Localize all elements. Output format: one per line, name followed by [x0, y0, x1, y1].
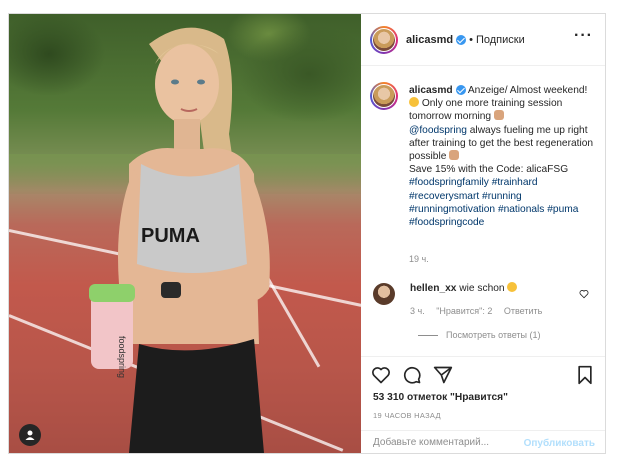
heart-eyes-emoji-icon — [409, 97, 419, 108]
hashtag-link[interactable]: #running — [482, 191, 522, 202]
caption-text: alicasmd Anzeige/ Almost weekend! Only o… — [409, 84, 599, 229]
like-heart-icon[interactable] — [371, 365, 391, 385]
hashtag-link[interactable]: #foodspringcode — [409, 217, 484, 228]
post-header: alicasmd • Подписки ··· — [361, 14, 605, 66]
reply-button[interactable]: Ответить — [504, 306, 542, 316]
tagged-user-button[interactable] — [19, 424, 41, 446]
post-sidebar: alicasmd • Подписки ··· alicasmd Anzeige… — [361, 14, 605, 453]
hashtag-link[interactable]: #runningmotivation — [409, 204, 495, 215]
author-username[interactable]: alicasmd — [406, 34, 453, 46]
comment-body: wie schon — [459, 283, 505, 294]
post-photo[interactable]: PUMA foodspring — [9, 14, 361, 453]
caption-line-1: Anzeige/ Almost weekend! — [467, 85, 588, 96]
praying-hands-emoji-icon — [493, 110, 504, 121]
add-comment-bar: Опубликовать — [361, 430, 605, 455]
verified-badge-icon — [455, 85, 466, 96]
praying-hands-emoji-icon — [449, 150, 460, 161]
comment-bubble-icon[interactable] — [402, 365, 422, 385]
publish-button[interactable]: Опубликовать — [524, 438, 595, 449]
comments-list[interactable]: alicasmd Anzeige/ Almost weekend! Only o… — [361, 66, 605, 356]
view-replies-divider — [418, 334, 438, 336]
hashtag-link[interactable]: #foodspringfamily — [409, 177, 489, 188]
bookmark-icon[interactable] — [575, 365, 595, 385]
hashtag-link[interactable]: #trainhard — [492, 177, 538, 188]
comment-time[interactable]: 3 ч. — [410, 306, 425, 316]
heart-eyes-emoji-icon — [507, 282, 518, 292]
comment-meta: 3 ч. "Нравится": 2 Ответить — [410, 306, 551, 316]
post-dialog: PUMA foodspring alicasmd • Подписки ··· … — [8, 13, 606, 454]
athlete-figure: PUMA foodspring — [89, 27, 270, 453]
comment-item: hellen_xx wie schon 3 ч. "Нравится": 2 О… — [370, 280, 600, 350]
hashtag-link[interactable]: #recoverysmart — [409, 191, 479, 202]
heart-icon[interactable] — [579, 289, 589, 299]
view-replies-label: Посмотреть ответы (1) — [446, 330, 541, 340]
verified-badge-icon — [456, 34, 467, 45]
likes-count[interactable]: 53 310 отметок "Нравится" — [373, 392, 508, 403]
caption-username[interactable]: alicasmd — [409, 85, 453, 96]
caption-mention-link[interactable]: @foodspring — [409, 125, 467, 136]
ellipsis-icon[interactable]: ··· — [574, 28, 593, 44]
comment-input[interactable] — [373, 437, 513, 448]
view-replies-button[interactable]: Посмотреть ответы (1) — [418, 330, 541, 340]
caption-author-avatar[interactable] — [370, 82, 398, 110]
caption-timestamp[interactable]: 19 ч. — [409, 254, 429, 264]
bottle-brand-text: foodspring — [117, 336, 127, 378]
follow-status-button[interactable]: Подписки — [476, 34, 525, 46]
caption-line-2: Only one more training session tomorrow … — [409, 98, 563, 123]
post-time-ago: 19 ЧАСОВ НАЗАД — [373, 411, 441, 420]
hashtag-link[interactable]: #nationals — [498, 204, 544, 215]
comment-likes[interactable]: "Нравится": 2 — [436, 306, 492, 316]
header-separator: • — [469, 33, 473, 46]
shirt-logo-text: PUMA — [141, 225, 200, 247]
share-paper-plane-icon[interactable] — [433, 365, 453, 385]
post-actions: 53 310 отметок "Нравится" 19 ЧАСОВ НАЗАД… — [361, 356, 605, 453]
comment-author-avatar[interactable] — [373, 283, 395, 305]
caption-line-4: Save 15% with the Code: alicaFSG — [409, 164, 569, 176]
user-icon — [25, 430, 35, 440]
author-avatar[interactable] — [370, 25, 398, 54]
comment-text: hellen_xx wie schon — [410, 282, 518, 294]
comment-username[interactable]: hellen_xx — [410, 283, 456, 294]
hashtag-link[interactable]: #puma — [547, 204, 578, 215]
